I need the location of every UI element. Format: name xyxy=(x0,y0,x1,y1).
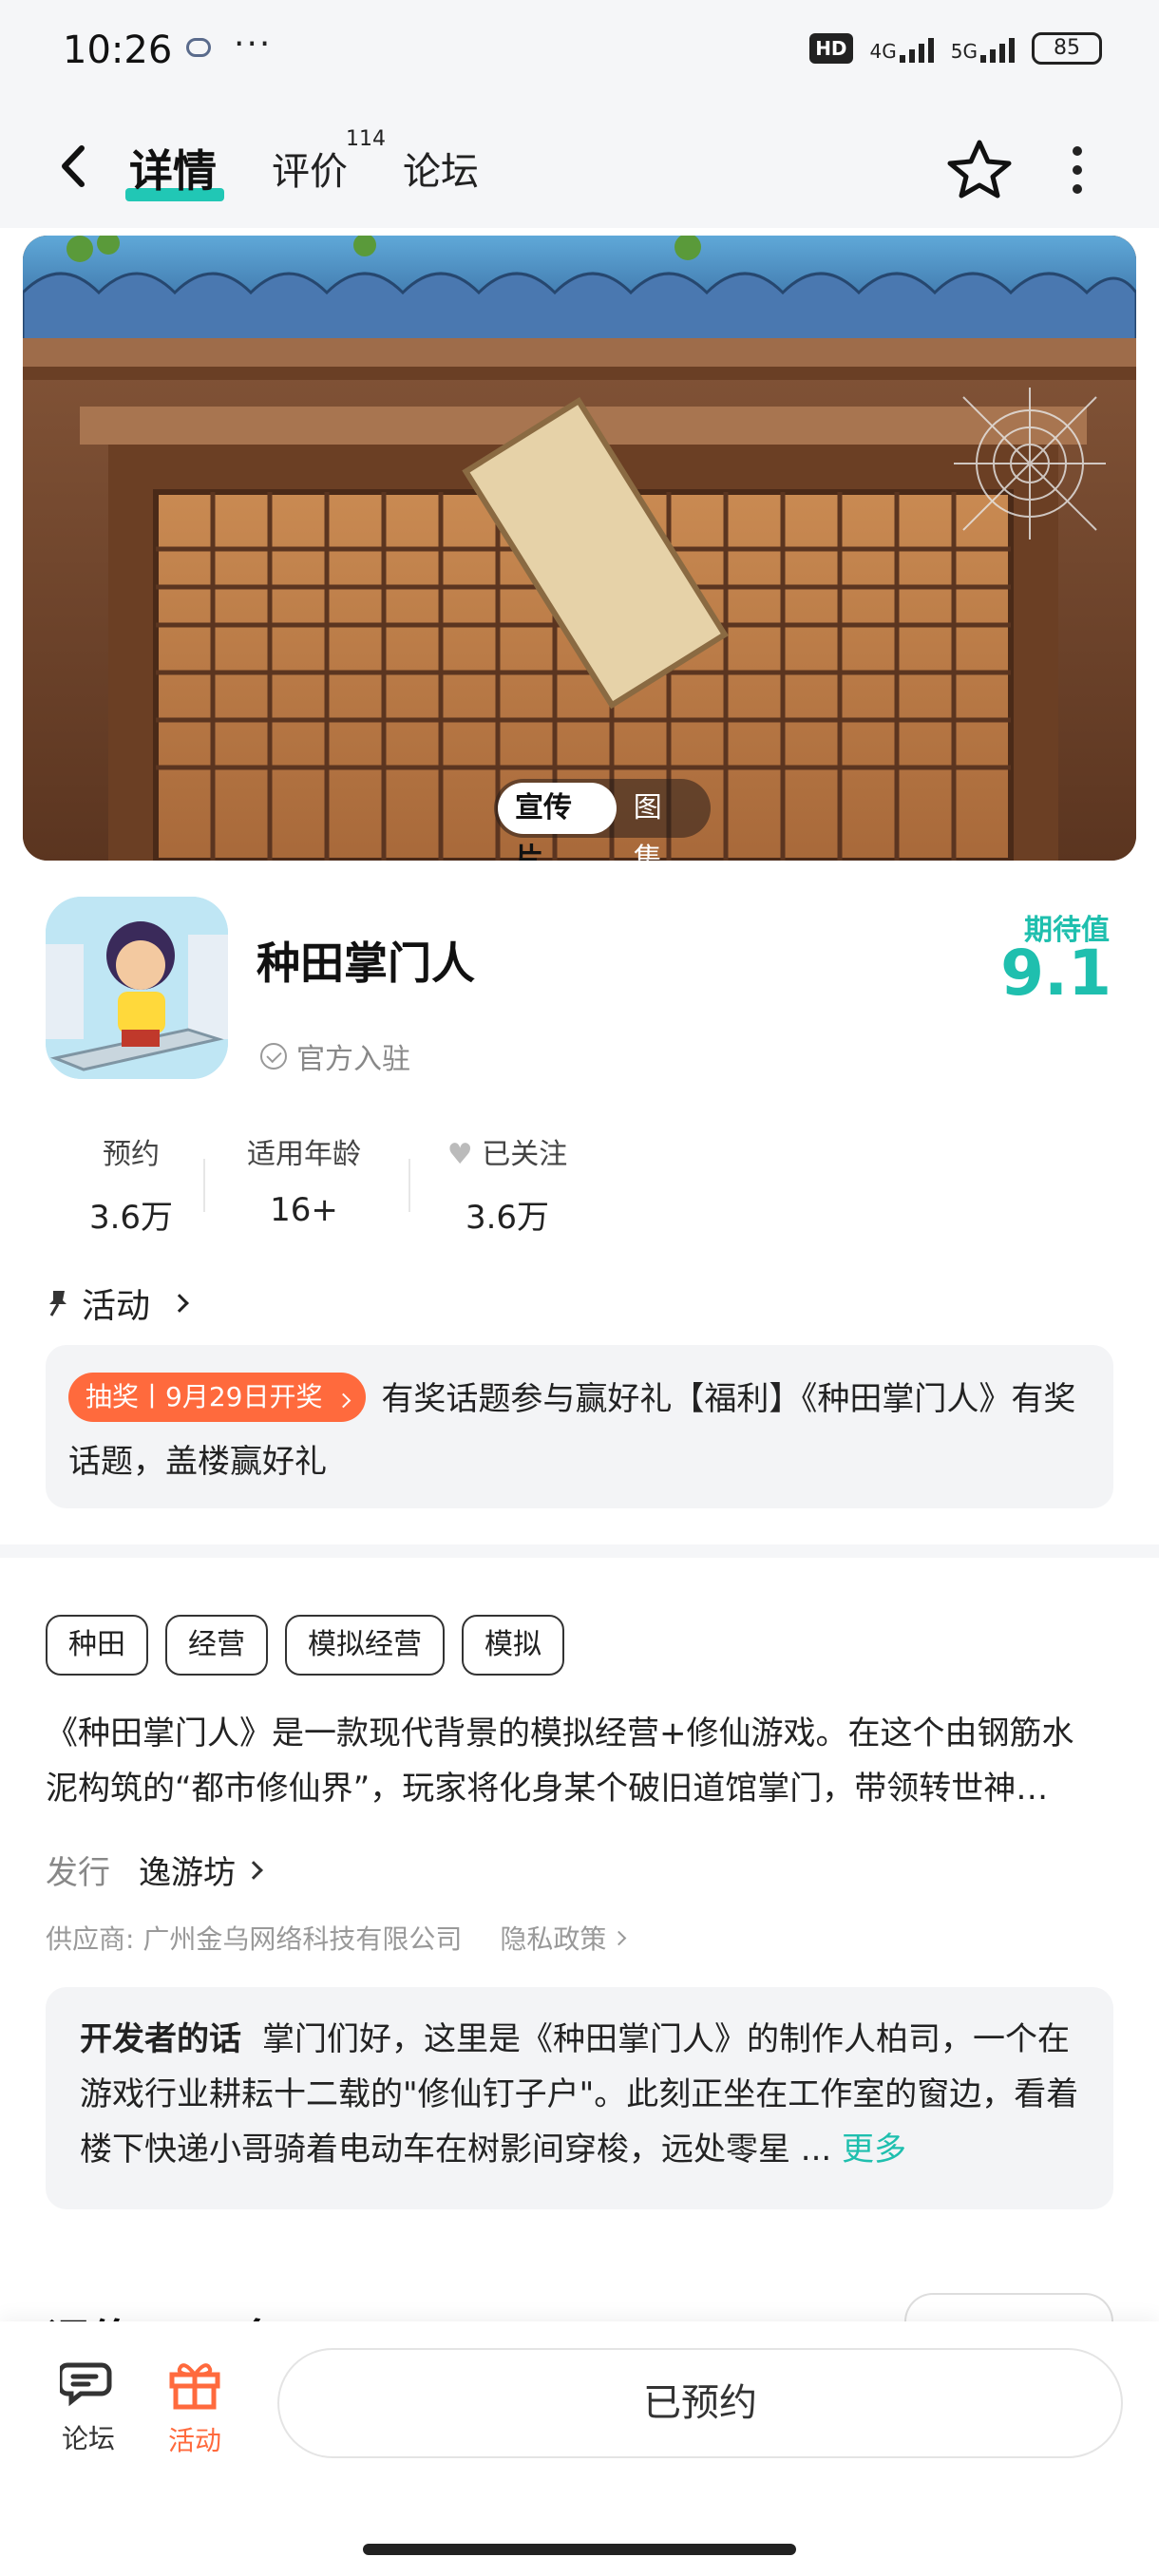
chevron-right-icon xyxy=(244,1860,263,1880)
tab-detail[interactable]: 详情 xyxy=(129,137,217,199)
signal-bars-icon xyxy=(980,34,1015,63)
bottom-action-bar: 论坛 活动 已预约 xyxy=(0,2321,1159,2576)
stat-value: 16+ xyxy=(270,1191,338,1229)
status-bar: 10:26 ··· HD 4G 5G 85 xyxy=(0,0,1159,104)
stat-divider xyxy=(203,1159,205,1212)
description-line: 泥构筑的“都市修仙界”，玩家将化身某个破旧道馆掌门，带领转世神… xyxy=(46,1770,1049,1808)
game-title: 种田掌门人 xyxy=(256,938,475,989)
cloud-icon xyxy=(186,38,211,57)
stat-label: 预约 xyxy=(103,1138,160,1171)
review-count-badge: 114 xyxy=(346,127,386,151)
tab-reviews[interactable]: 评价 xyxy=(272,141,348,196)
bottom-forum-button[interactable]: 论坛 xyxy=(46,2358,131,2456)
battery-icon: 85 xyxy=(1032,32,1102,65)
publisher-name: 逸游坊 xyxy=(139,1854,236,1892)
game-app-icon xyxy=(46,897,228,1079)
bottom-forum-label: 论坛 xyxy=(61,2423,115,2454)
heart-icon: ♥ xyxy=(446,1138,473,1171)
more-options-icon[interactable] xyxy=(1070,146,1085,194)
signal-bars-icon xyxy=(899,34,934,63)
stat-age-rating: 适用年龄 16+ xyxy=(218,1130,390,1229)
tag-chip[interactable]: 经营 xyxy=(165,1615,268,1676)
pin-icon xyxy=(49,1291,66,1316)
privacy-policy-link[interactable]: 隐私政策 xyxy=(500,1919,627,1957)
supplier-row: 供应商: 广州金乌网络科技有限公司 隐私政策 xyxy=(46,1919,627,1957)
banner-artwork xyxy=(23,236,1136,861)
developer-note-card[interactable]: 开发者的话 掌门们好，这里是《种田掌门人》的制作人柏司，一个在游戏行业耕耘十二载的… xyxy=(46,1987,1113,2209)
stat-divider xyxy=(408,1159,410,1212)
reserved-button[interactable]: 已预约 xyxy=(277,2348,1123,2458)
chevron-right-icon xyxy=(170,1294,189,1313)
home-indicator[interactable] xyxy=(363,2544,796,2555)
status-time: 10:26 xyxy=(63,28,173,72)
lottery-badge: 抽奖丨9月29日开奖 xyxy=(68,1373,367,1422)
activity-heading: 活动 xyxy=(82,1287,151,1326)
developer-note-label: 开发者的话 xyxy=(80,2020,241,2058)
status-more: ··· xyxy=(234,25,273,64)
banner-media-tabs: 宣传片 图集 xyxy=(494,779,711,861)
star-favorite-icon[interactable] xyxy=(946,139,1013,199)
tag-chip[interactable]: 种田 xyxy=(46,1615,148,1676)
official-label: 官方入驻 xyxy=(296,1043,410,1076)
stat-value: 3.6万 xyxy=(88,1199,174,1237)
signal-4g: 4G xyxy=(870,34,934,63)
status-indicators: HD 4G 5G 85 xyxy=(809,32,1102,65)
supplier-text: 供应商: 广州金乌网络科技有限公司 xyxy=(46,1923,463,1955)
tag-list: 种田 经营 模拟经营 模拟 xyxy=(46,1615,564,1676)
banner-tab-gallery[interactable]: 图集 xyxy=(617,783,707,861)
game-description[interactable]: 《种田掌门人》是一款现代背景的模拟经营+修仙游戏。在这个由钢筋水 泥构筑的“都市… xyxy=(46,1706,1119,1816)
verified-check-icon xyxy=(260,1043,287,1070)
stat-followers[interactable]: ♥ 已关注 3.6万 xyxy=(422,1130,593,1238)
hd-badge: HD xyxy=(809,33,853,64)
tag-chip[interactable]: 模拟经营 xyxy=(285,1615,445,1676)
forum-chat-icon xyxy=(60,2362,112,2407)
chevron-right-icon xyxy=(612,1930,627,1945)
gift-icon xyxy=(169,2363,220,2410)
promo-banner[interactable]: 宣传片 图集 xyxy=(23,236,1136,861)
bottom-activity-label: 活动 xyxy=(167,2425,221,2456)
top-nav: 详情 评价 114 论坛 xyxy=(0,104,1159,228)
stat-label: ♥ 已关注 xyxy=(422,1130,593,1172)
signal-5g: 5G xyxy=(951,34,1015,63)
official-verified: 官方入驻 xyxy=(260,1035,410,1077)
publisher-row[interactable]: 发行 逸游坊 xyxy=(46,1847,263,1893)
stats-row: 预约 3.6万 适用年龄 16+ ♥ 已关注 3.6万 xyxy=(46,1130,616,1238)
description-line: 《种田掌门人》是一款现代背景的模拟经营+修仙游戏。在这个由钢筋水 xyxy=(46,1714,1074,1752)
section-divider xyxy=(0,1544,1159,1558)
more-link[interactable]: 更多 xyxy=(842,2131,906,2169)
tab-forum[interactable]: 论坛 xyxy=(403,141,479,196)
followed-label: 已关注 xyxy=(482,1138,568,1171)
stat-reservations: 预约 3.6万 xyxy=(46,1130,217,1238)
network-type-label: 5G xyxy=(950,40,978,63)
stat-label: 适用年龄 xyxy=(247,1138,361,1171)
publisher-label: 发行 xyxy=(46,1854,110,1892)
privacy-policy-label: 隐私政策 xyxy=(500,1923,607,1955)
banner-tab-video[interactable]: 宣传片 xyxy=(498,783,617,861)
back-arrow-icon[interactable] xyxy=(55,142,93,190)
stat-value: 3.6万 xyxy=(465,1199,550,1237)
activity-section-header[interactable]: 活动 xyxy=(46,1279,189,1328)
activity-card[interactable]: 抽奖丨9月29日开奖 有奖话题参与赢好礼【福利】《种田掌门人》有奖话题，盖楼赢好… xyxy=(46,1345,1113,1508)
network-type-label: 4G xyxy=(869,40,897,63)
bottom-activity-button[interactable]: 活动 xyxy=(152,2358,238,2458)
chevron-right-icon xyxy=(336,1392,352,1409)
lottery-badge-text: 抽奖丨9月29日开奖 xyxy=(86,1381,323,1412)
tag-chip[interactable]: 模拟 xyxy=(462,1615,564,1676)
expectation-score: 9.1 xyxy=(1000,937,1112,1010)
